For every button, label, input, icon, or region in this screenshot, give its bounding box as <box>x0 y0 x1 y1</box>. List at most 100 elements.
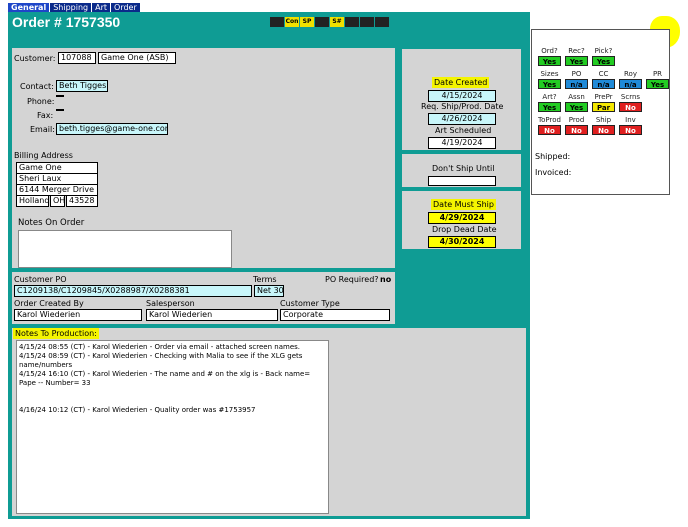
status-cell: Ship No <box>590 115 617 135</box>
drop-dead-label: Drop Dead Date <box>432 225 497 234</box>
status-label: Assn <box>568 93 585 101</box>
status-cell: Rec? Yes <box>563 46 590 66</box>
status-label: PO <box>571 70 582 78</box>
production-notes-label: Notes To Production: <box>13 328 99 339</box>
must-ship-label-text: Date Must Ship <box>431 199 496 210</box>
status-label: Pick? <box>594 47 613 55</box>
status-row: Ord? Yes Rec? Yes Pick? Yes <box>536 46 671 66</box>
status-value-badge[interactable]: Par <box>592 102 615 112</box>
status-value-badge[interactable]: n/a <box>565 79 588 89</box>
status-label: PrePr <box>594 93 613 101</box>
flag-4[interactable] <box>315 17 329 27</box>
fax-field[interactable] <box>56 109 64 111</box>
phone-field[interactable] <box>56 95 64 97</box>
status-value-badge[interactable]: Yes <box>538 56 561 66</box>
contact-label: Contact: <box>20 82 54 91</box>
flag-7[interactable] <box>360 17 374 27</box>
status-value-badge[interactable]: Yes <box>565 102 588 112</box>
dont-ship-field[interactable] <box>428 176 496 186</box>
status-value-badge[interactable]: Yes <box>538 102 561 112</box>
status-cell: Inv No <box>617 115 644 135</box>
terms-label: Terms <box>253 275 277 284</box>
customer-type-field[interactable]: Corporate <box>280 309 390 321</box>
flag-1[interactable] <box>270 17 284 27</box>
status-value-badge[interactable]: No <box>619 125 642 135</box>
billing-city[interactable]: Holland <box>16 195 49 207</box>
status-label: Sizes <box>540 70 559 78</box>
salesperson-field[interactable]: Karol Wiederien <box>146 309 278 321</box>
contact-field[interactable]: Beth Tigges <box>56 80 108 92</box>
must-ship-panel: Date Must Ship 4/29/2024 Drop Dead Date … <box>402 191 521 249</box>
flag-sp[interactable]: SP <box>300 17 314 27</box>
status-row: Sizes Yes PO n/a CC n/a Roy n/a PR Yes <box>536 69 671 89</box>
order-title: Order # 1757350 <box>12 14 121 30</box>
tab-shipping[interactable]: Shipping <box>50 3 92 12</box>
flag-8[interactable] <box>375 17 389 27</box>
production-note-line: 4/16/24 10:12 (CT) - Karol Wiederien - Q… <box>19 406 256 414</box>
terms-field[interactable]: Net 30 <box>254 285 284 297</box>
req-ship-field[interactable]: 4/26/2024 <box>428 113 496 125</box>
status-value-badge[interactable]: No <box>592 125 615 135</box>
date-created-field[interactable]: 4/15/2024 <box>428 90 496 102</box>
email-label: Email: <box>30 125 55 134</box>
art-scheduled-field[interactable]: 4/19/2024 <box>428 137 496 149</box>
status-value-badge[interactable]: No <box>538 125 561 135</box>
dates-panel: Date Created 4/15/2024 Req. Ship/Prod. D… <box>402 49 521 150</box>
billing-state[interactable]: OH <box>50 195 65 207</box>
status-value-badge[interactable]: n/a <box>619 79 642 89</box>
status-grid: Ord? Yes Rec? Yes Pick? Yes Sizes Yes PO n/a CC n/a… <box>536 46 671 138</box>
status-label: Rec? <box>568 47 585 55</box>
customer-po-label: Customer PO <box>14 275 67 284</box>
po-required-value: no <box>380 275 392 284</box>
created-by-label: Order Created By <box>14 299 84 308</box>
status-panel: Ord? Yes Rec? Yes Pick? Yes Sizes Yes PO n/a CC n/a… <box>531 29 670 195</box>
billing-address-label: Billing Address <box>14 151 73 160</box>
status-cell: Ord? Yes <box>536 46 563 66</box>
created-by-field[interactable]: Karol Wiederien <box>14 309 142 321</box>
art-scheduled-label: Art Scheduled <box>435 126 492 135</box>
billing-zip[interactable]: 43528 <box>66 195 98 207</box>
status-cell: CC n/a <box>590 69 617 89</box>
flag-con[interactable]: Con <box>285 17 299 27</box>
flag-s-number[interactable]: S# <box>330 17 344 27</box>
tab-general[interactable]: General <box>8 3 50 12</box>
must-ship-label: Date Must Ship <box>431 199 496 210</box>
order-flags: Con SP S# <box>270 17 390 27</box>
status-label: Inv <box>625 116 636 124</box>
status-cell: Sizes Yes <box>536 69 563 89</box>
status-value-badge[interactable]: Yes <box>592 56 615 66</box>
status-value-badge[interactable]: Yes <box>538 79 561 89</box>
invoiced-label: Invoiced: <box>535 168 572 177</box>
tab-order[interactable]: Order <box>111 3 140 12</box>
flag-6[interactable] <box>345 17 359 27</box>
status-value-badge[interactable]: n/a <box>592 79 615 89</box>
status-label: Ship <box>595 116 612 124</box>
notes-on-order-input[interactable] <box>18 230 232 268</box>
status-cell: Assn Yes <box>563 92 590 112</box>
status-row: Art? Yes Assn Yes PrePr Par Scrns No <box>536 92 671 112</box>
status-cell: Scrns No <box>617 92 644 112</box>
dont-ship-panel: Don't Ship Until <box>402 154 521 187</box>
must-ship-field[interactable]: 4/29/2024 <box>428 212 496 224</box>
dont-ship-label: Don't Ship Until <box>432 164 495 173</box>
date-created-label-text: Date Created <box>432 77 490 88</box>
customer-name[interactable]: Game One (ASB) <box>98 52 176 64</box>
email-field[interactable]: beth.tigges@game-one.com <box>56 123 168 135</box>
status-label: Roy <box>624 70 637 78</box>
customer-id[interactable]: 107088 <box>58 52 96 64</box>
drop-dead-field[interactable]: 4/30/2024 <box>428 236 496 248</box>
phone-label: Phone: <box>27 97 55 106</box>
order-panel: Order # 1757350 Con SP S# Customer: 1070… <box>8 12 530 519</box>
status-cell: ToProd No <box>536 115 563 135</box>
status-value-badge[interactable]: No <box>565 125 588 135</box>
status-value-badge[interactable]: No <box>619 102 642 112</box>
production-note-line <box>19 388 326 397</box>
status-row: ToProd No Prod No Ship No Inv No <box>536 115 671 135</box>
tab-bar: General Shipping Art Order <box>8 3 141 12</box>
status-value-badge[interactable]: Yes <box>565 56 588 66</box>
production-notes-input[interactable]: 4/15/24 08:55 (CT) - Karol Wiederien - O… <box>16 340 329 514</box>
tab-art[interactable]: Art <box>92 3 111 12</box>
production-notes-label-text: Notes To Production: <box>13 328 99 339</box>
customer-po-field[interactable]: C1209138/C1209845/X0288987/X0288381 <box>14 285 252 297</box>
status-value-badge[interactable]: Yes <box>646 79 669 89</box>
